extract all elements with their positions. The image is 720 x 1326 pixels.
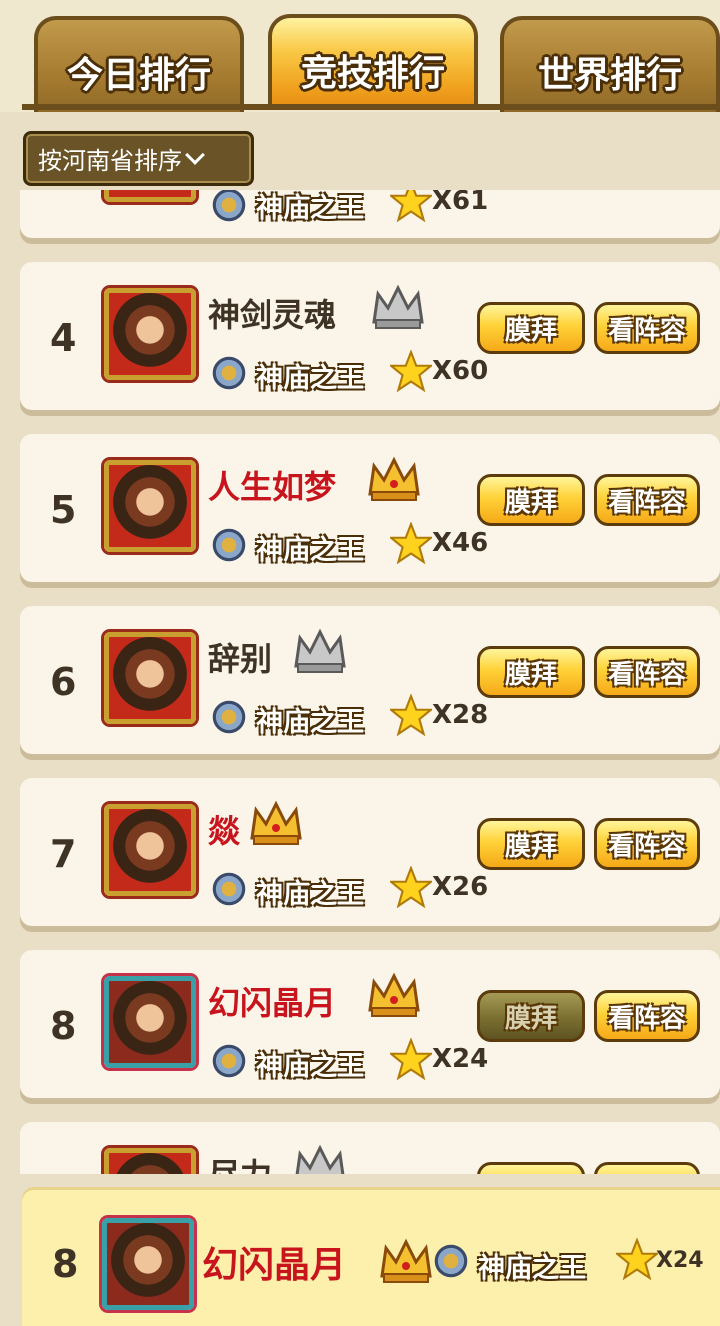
avatar [104,632,196,724]
star-icon [390,190,432,222]
view-lineup-button[interactable] [594,1162,700,1174]
star-icon [390,866,432,908]
my-rank-bar: 8 幻闪晶月 神庙之王 X24 [22,1190,720,1326]
player-name: 辞别 [208,640,273,678]
sort-by-province-dropdown[interactable]: 按河南省排序 [23,131,254,186]
avatar [102,1218,194,1310]
star-count: X28 [432,700,489,730]
title-label: 神庙之王 [478,1253,586,1284]
star-icon [390,350,432,392]
title-label: 神庙之王 [256,535,364,566]
tab-today-ranking[interactable]: 今日排行 [34,16,244,112]
player-name: 人生如梦 [208,468,337,506]
tab-world-ranking[interactable]: 世界排行 [500,16,720,112]
ranking-row: 7 燚 神庙之王 X26 膜拜 看阵容 [20,778,720,926]
worship-button[interactable]: 膜拜 [477,990,585,1042]
player-name: 神剑灵魂 [208,296,337,334]
title-emblem-icon [434,1244,468,1278]
sort-label: 按河南省排序 [38,147,182,175]
view-lineup-button[interactable]: 看阵容 [594,818,700,870]
title-emblem-icon [212,356,246,390]
view-lineup-button[interactable]: 看阵容 [594,646,700,698]
ranking-row: 6 辞别 神庙之王 X28 膜拜 看阵容 [20,606,720,754]
silver-crown-icon [294,628,346,673]
ranking-row-partial: 神庙之王 X61 [20,190,720,238]
title-label: 神庙之王 [256,879,364,910]
silver-crown-icon [295,1144,345,1174]
title-label: 神庙之王 [256,363,364,394]
title-emblem-icon [212,528,246,562]
view-lineup-button[interactable]: 看阵容 [594,474,700,526]
rank-number: 4 [50,316,77,360]
gold-crown-icon [380,1238,432,1283]
ranking-row: 4 神剑灵魂 神庙之王 X60 膜拜 看阵容 [20,262,720,410]
tab-divider [22,104,720,110]
player-name: 尽力 [208,1150,272,1174]
star-count: X24 [656,1248,704,1273]
view-lineup-button[interactable]: 看阵容 [594,302,700,354]
player-name: 燚 [208,812,241,850]
star-count: X24 [432,1044,489,1074]
gold-crown-icon [368,456,420,501]
tab-arena-ranking[interactable]: 竞技排行 [268,14,478,110]
rank-number: 5 [50,488,77,532]
ranking-list[interactable]: 神庙之王 X61 4 神剑灵魂 神庙之王 X60 膜拜 看阵容 5 人生如梦 神… [0,190,720,1174]
player-name: 幻闪晶月 [202,1245,347,1286]
title-emblem-icon [212,700,246,734]
title-label: 神庙之王 [256,707,364,738]
rank-number: 6 [50,660,77,704]
worship-button[interactable]: 膜拜 [477,302,585,354]
view-lineup-button[interactable]: 看阵容 [594,990,700,1042]
silver-crown-icon [372,284,424,329]
star-icon [616,1238,658,1280]
title-label: 神庙之王 [256,193,364,224]
avatar [104,976,196,1068]
worship-button[interactable] [477,1162,585,1174]
avatar [104,804,196,896]
title-emblem-icon [212,872,246,906]
star-icon [390,522,432,564]
star-count: X26 [432,872,489,902]
tab-bar: 今日排行 竞技排行 世界排行 [0,0,720,112]
tab-label: 世界排行 [537,55,682,96]
ranking-row: 5 人生如梦 神庙之王 X46 膜拜 看阵容 [20,434,720,582]
rank-number: 8 [50,1004,77,1048]
gold-crown-icon [368,972,420,1017]
star-icon [390,694,432,736]
title-emblem-icon [212,190,246,222]
avatar [104,460,196,552]
star-count: X60 [432,356,489,386]
star-count: X46 [432,528,489,558]
tab-label: 竞技排行 [300,53,445,94]
worship-button[interactable]: 膜拜 [477,646,585,698]
worship-button[interactable]: 膜拜 [477,474,585,526]
worship-button[interactable]: 膜拜 [477,818,585,870]
title-emblem-icon [212,1044,246,1078]
chevron-down-icon [185,144,205,165]
gold-crown-icon [250,800,302,845]
player-name: 幻闪晶月 [208,984,337,1022]
avatar [104,1148,196,1174]
rank-number: 8 [52,1242,79,1286]
title-label: 神庙之王 [256,1051,364,1082]
avatar [104,190,196,202]
ranking-row-partial: 尽力 [20,1122,720,1174]
tab-label: 今日排行 [66,55,211,96]
star-count: X61 [432,190,489,216]
ranking-row: 8 幻闪晶月 神庙之王 X24 膜拜 看阵容 [20,950,720,1098]
rank-number: 7 [50,832,77,876]
star-icon [390,1038,432,1080]
avatar [104,288,196,380]
